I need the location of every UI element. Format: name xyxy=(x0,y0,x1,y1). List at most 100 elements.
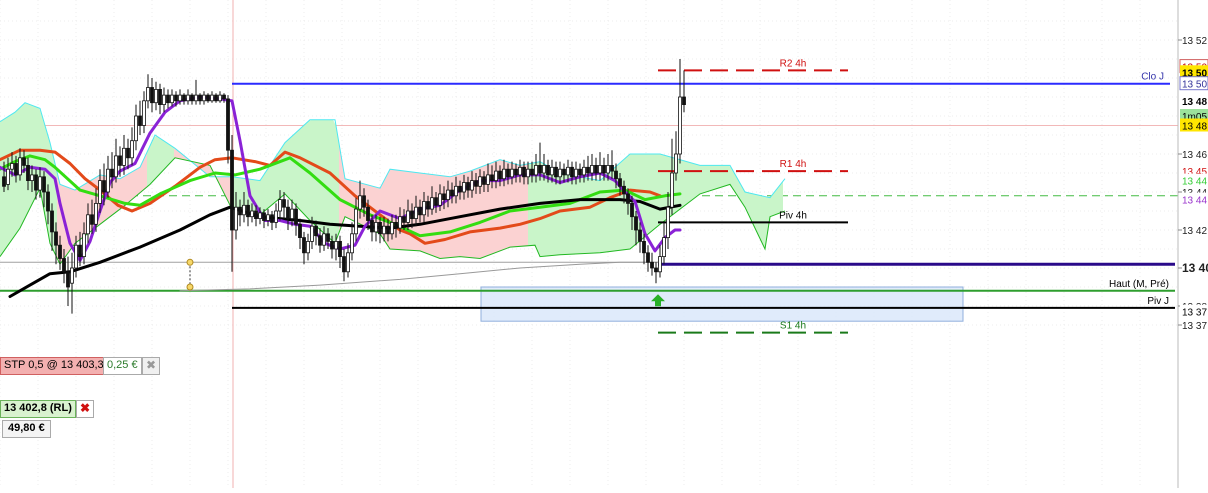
candle-body xyxy=(430,197,434,210)
candle-body xyxy=(186,94,190,102)
candle-body xyxy=(258,212,262,219)
price-tag-label: 13 37 xyxy=(1182,308,1207,319)
candle-body xyxy=(606,164,610,174)
candle-body xyxy=(154,89,158,104)
candle-body xyxy=(402,216,406,223)
candle-body xyxy=(274,210,278,223)
candle-body xyxy=(178,94,182,102)
candle-body xyxy=(50,210,54,233)
level-label: Piv 4h xyxy=(779,210,807,221)
position-pnl: 49,80 € xyxy=(2,420,51,438)
candle-body xyxy=(530,168,534,176)
candle-body xyxy=(462,182,466,193)
candle-body xyxy=(570,166,574,178)
candle-body xyxy=(190,94,194,102)
candle-body xyxy=(446,189,450,201)
level-label: S1 4h xyxy=(780,321,806,332)
candle-body xyxy=(166,94,170,104)
price-chart[interactable]: R2 4h Clo J R1 4h Piv 4h Haut (M, Pré) Piv J S… xyxy=(0,0,1208,488)
candle-body xyxy=(226,98,230,151)
candle-body xyxy=(562,168,566,176)
candle-body xyxy=(382,225,386,235)
stop-order-label[interactable]: STP 0,5 @ 13 403,3 xyxy=(0,357,108,375)
candle-body xyxy=(242,204,246,216)
candle-body xyxy=(578,168,582,176)
candle-body xyxy=(330,240,334,250)
candle-body xyxy=(234,206,238,231)
order-handle xyxy=(186,258,194,266)
close-icon[interactable]: ✖ xyxy=(76,400,94,418)
candle-body xyxy=(210,94,214,102)
candle-body xyxy=(354,208,358,235)
candle-body xyxy=(602,164,606,174)
candle-body xyxy=(646,252,650,263)
candle-body xyxy=(338,240,342,257)
candle-body xyxy=(218,94,222,102)
candle-body xyxy=(594,164,598,174)
candle-body xyxy=(482,176,486,185)
candle-body xyxy=(478,176,482,187)
candle-body xyxy=(650,261,654,269)
candle-body xyxy=(58,244,62,259)
candle-body xyxy=(318,235,322,246)
candle-body xyxy=(230,149,234,231)
candle-body xyxy=(494,170,498,182)
candle-body xyxy=(38,176,42,191)
highlight-zone xyxy=(480,286,964,322)
candle-body xyxy=(270,214,274,223)
candle-body xyxy=(102,180,106,193)
candle-body xyxy=(262,212,266,221)
ichimoku-cloud xyxy=(0,102,786,266)
candle-body xyxy=(246,204,250,218)
candle-body xyxy=(290,208,294,220)
candle-body xyxy=(162,94,166,105)
candle-body xyxy=(46,191,50,212)
candle-body xyxy=(390,221,394,235)
candle-body xyxy=(610,164,614,172)
candle-body xyxy=(250,210,254,218)
candle-body xyxy=(678,96,682,155)
candle-body xyxy=(130,140,134,159)
candle-body xyxy=(98,180,102,204)
position-label[interactable]: 13 402,8 (RL) xyxy=(0,400,76,418)
candle-body xyxy=(2,176,6,187)
candle-body xyxy=(502,168,506,180)
level-label: R1 4h xyxy=(780,159,807,170)
candle-body xyxy=(254,210,258,219)
price-tag-label: 13 50 xyxy=(1182,80,1207,91)
candle-body xyxy=(370,220,374,233)
price-tag-label: 13 44 xyxy=(1182,177,1207,188)
candle-body xyxy=(598,164,602,174)
candle-body xyxy=(90,214,94,225)
candle-body xyxy=(546,164,550,176)
candle-body xyxy=(150,87,154,104)
candle-body xyxy=(614,170,618,180)
candle-body xyxy=(358,195,362,210)
candle-body xyxy=(566,166,570,176)
candle-body xyxy=(78,244,82,257)
candle-body xyxy=(114,155,118,178)
order-handle xyxy=(186,283,194,291)
candle-body xyxy=(82,233,86,258)
candle-body xyxy=(642,240,646,254)
candle-body xyxy=(670,172,674,208)
price-tag-label: 13 48 xyxy=(1182,97,1207,108)
candle-body xyxy=(498,170,502,180)
axis-tick-label: 13 37 xyxy=(1182,321,1207,332)
candle-body xyxy=(490,174,494,181)
candle-body xyxy=(422,201,426,216)
candle-body xyxy=(142,100,146,126)
candle-body xyxy=(10,163,14,170)
level-label: Haut (M, Pré) xyxy=(1109,279,1169,290)
candle-body xyxy=(138,115,142,126)
candle-body xyxy=(298,223,302,239)
candle-body xyxy=(170,94,174,104)
candle-body xyxy=(458,185,462,193)
candle-body xyxy=(334,240,338,250)
candle-body xyxy=(410,210,414,219)
candle-body xyxy=(342,256,346,273)
close-icon[interactable]: ✖ xyxy=(142,357,160,375)
axis-tick-label: 13 40 xyxy=(1182,261,1208,275)
candle-body xyxy=(526,168,530,178)
candle-body xyxy=(126,147,130,159)
